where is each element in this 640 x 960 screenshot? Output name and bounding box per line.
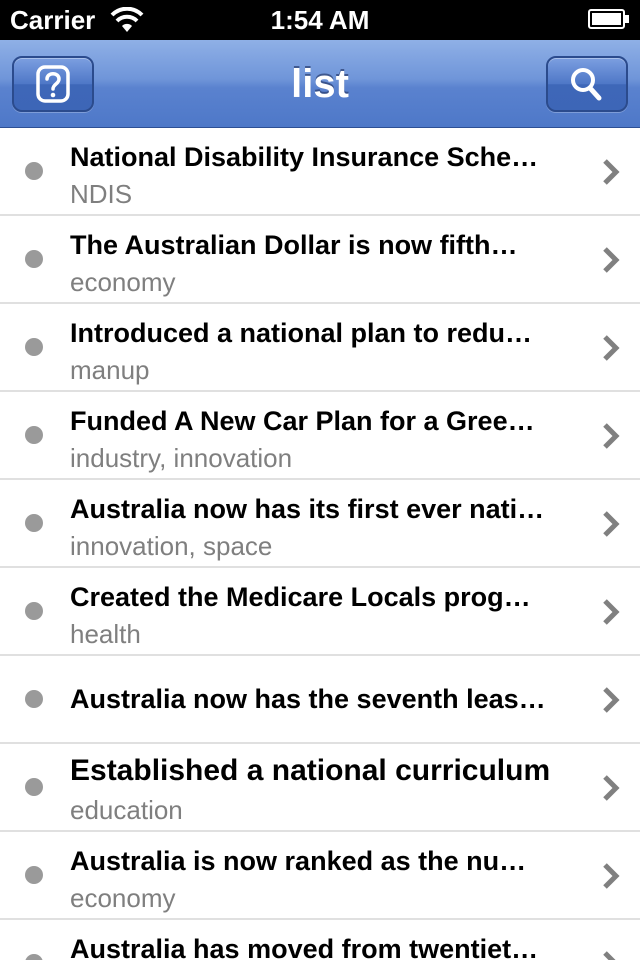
chevron-right-icon xyxy=(603,775,620,801)
status-bar: Carrier 1:54 AM xyxy=(0,0,640,40)
list-item[interactable]: Australia now has its first ever nati… i… xyxy=(0,480,640,568)
bullet-icon xyxy=(25,250,43,268)
item-subtitle: NDIS xyxy=(70,179,133,209)
list-item[interactable]: The Australian Dollar is now fifth… econ… xyxy=(0,216,640,304)
bullet-icon xyxy=(25,866,43,884)
bullet-icon xyxy=(25,954,43,960)
item-title: Established a national curriculum xyxy=(70,754,551,787)
bullet-icon xyxy=(25,778,43,796)
search-button[interactable] xyxy=(546,56,628,112)
search-icon xyxy=(571,68,602,101)
chevron-right-icon xyxy=(603,599,620,625)
chevron-right-icon xyxy=(603,863,620,889)
chevron-right-icon xyxy=(603,511,620,537)
list-item[interactable]: Australia is now ranked as the nu… econo… xyxy=(0,832,640,920)
status-time: 1:54 AM xyxy=(270,5,370,35)
chevron-right-icon xyxy=(603,159,620,185)
item-subtitle: manup xyxy=(70,355,150,385)
chevron-right-icon xyxy=(603,951,616,960)
navigation-bar: list xyxy=(0,40,640,128)
item-subtitle: economy xyxy=(70,883,176,913)
bullet-icon xyxy=(25,602,43,620)
item-subtitle: health xyxy=(70,619,141,649)
bullet-icon xyxy=(25,162,43,180)
item-title: Australia is now ranked as the nu… xyxy=(70,846,527,876)
item-subtitle: education xyxy=(70,795,183,825)
chevron-right-icon xyxy=(603,247,620,273)
item-title: The Australian Dollar is now fifth… xyxy=(70,230,518,260)
bullet-icon xyxy=(25,426,43,444)
list-item[interactable]: Funded A New Car Plan for a Gree… indust… xyxy=(0,392,640,480)
list-item[interactable]: Australia now has the seventh leas… xyxy=(0,656,640,744)
battery-icon xyxy=(588,9,629,29)
screen: Carrier 1:54 AM list National Disability… xyxy=(0,0,640,960)
item-title: Introduced a national plan to redu… xyxy=(70,318,533,348)
bullet-icon xyxy=(25,690,43,708)
list-item[interactable]: Created the Medicare Locals prog… health xyxy=(0,568,640,656)
item-title: Australia now has the seventh leas… xyxy=(70,684,546,714)
bullet-icon xyxy=(25,514,43,532)
list-item[interactable]: Australia has moved from twentiet… xyxy=(0,920,640,960)
item-list: National Disability Insurance Sche… NDIS… xyxy=(0,128,640,960)
list-item[interactable]: National Disability Insurance Sche… NDIS xyxy=(0,128,640,216)
chevron-right-icon xyxy=(603,423,620,449)
item-title: National Disability Insurance Sche… xyxy=(70,142,539,172)
item-subtitle: industry, innovation xyxy=(70,443,293,473)
item-title: Created the Medicare Locals prog… xyxy=(70,582,531,612)
bullet-icon xyxy=(25,338,43,356)
item-title: Funded A New Car Plan for a Gree… xyxy=(70,406,535,436)
chevron-right-icon xyxy=(603,687,620,713)
item-title: Australia now has its first ever nati… xyxy=(70,494,545,524)
list-item[interactable]: Established a national curriculum educat… xyxy=(0,744,640,832)
list-item[interactable]: Introduced a national plan to redu… manu… xyxy=(0,304,640,392)
nav-title: list xyxy=(291,62,349,106)
item-subtitle: innovation, space xyxy=(70,531,273,561)
item-title: Australia has moved from twentiet… xyxy=(70,934,539,960)
chevron-right-icon xyxy=(603,335,620,361)
item-subtitle: economy xyxy=(70,267,176,297)
